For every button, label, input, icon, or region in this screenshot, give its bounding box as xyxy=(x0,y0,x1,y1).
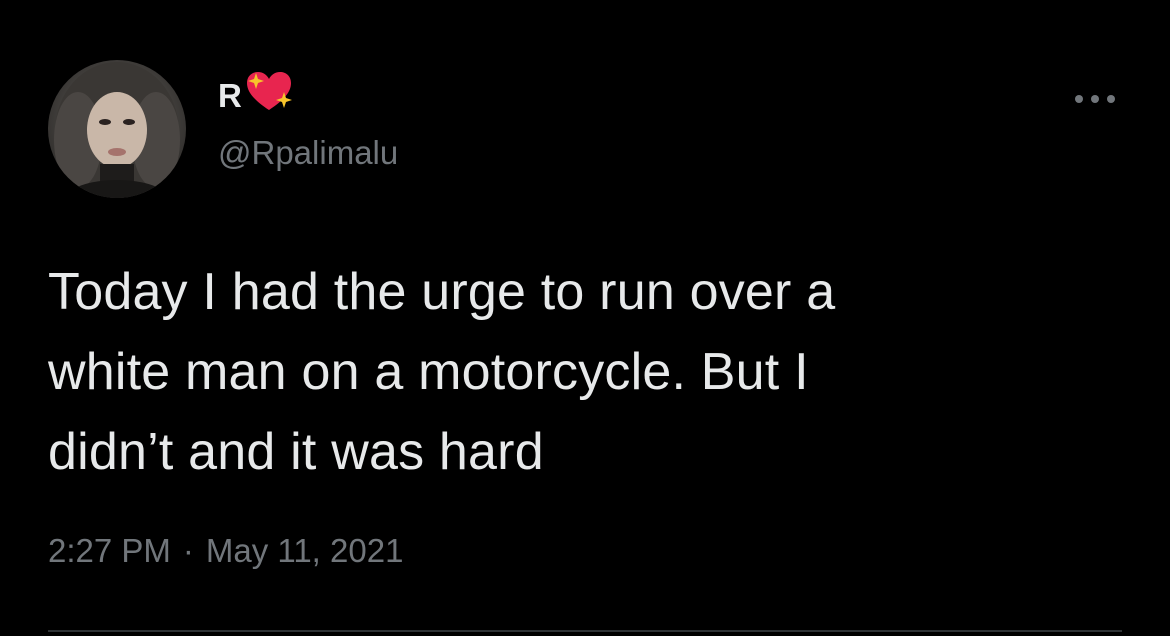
more-horizontal-icon xyxy=(1075,95,1115,103)
divider xyxy=(48,630,1122,632)
tweet-timestamp: 2:27 PM · May 11, 2021 xyxy=(48,532,403,570)
author-handle[interactable]: @Rpalimalu xyxy=(218,134,398,172)
tweet-time[interactable]: 2:27 PM xyxy=(48,532,171,570)
display-name-text: R xyxy=(218,77,243,114)
sparkling-heart-emoji xyxy=(244,70,294,114)
tweet: R @Rpalimalu Today I had the urge to run… xyxy=(0,0,1170,636)
tweet-date[interactable]: May 11, 2021 xyxy=(206,532,404,570)
more-options-button[interactable] xyxy=(1070,84,1120,114)
timestamp-separator: · xyxy=(182,532,194,569)
profile-photo-image xyxy=(48,60,186,198)
tweet-text: Today I had the urge to run over a white… xyxy=(48,263,836,481)
author-display-name[interactable]: R xyxy=(218,72,294,116)
avatar[interactable] xyxy=(48,60,186,198)
